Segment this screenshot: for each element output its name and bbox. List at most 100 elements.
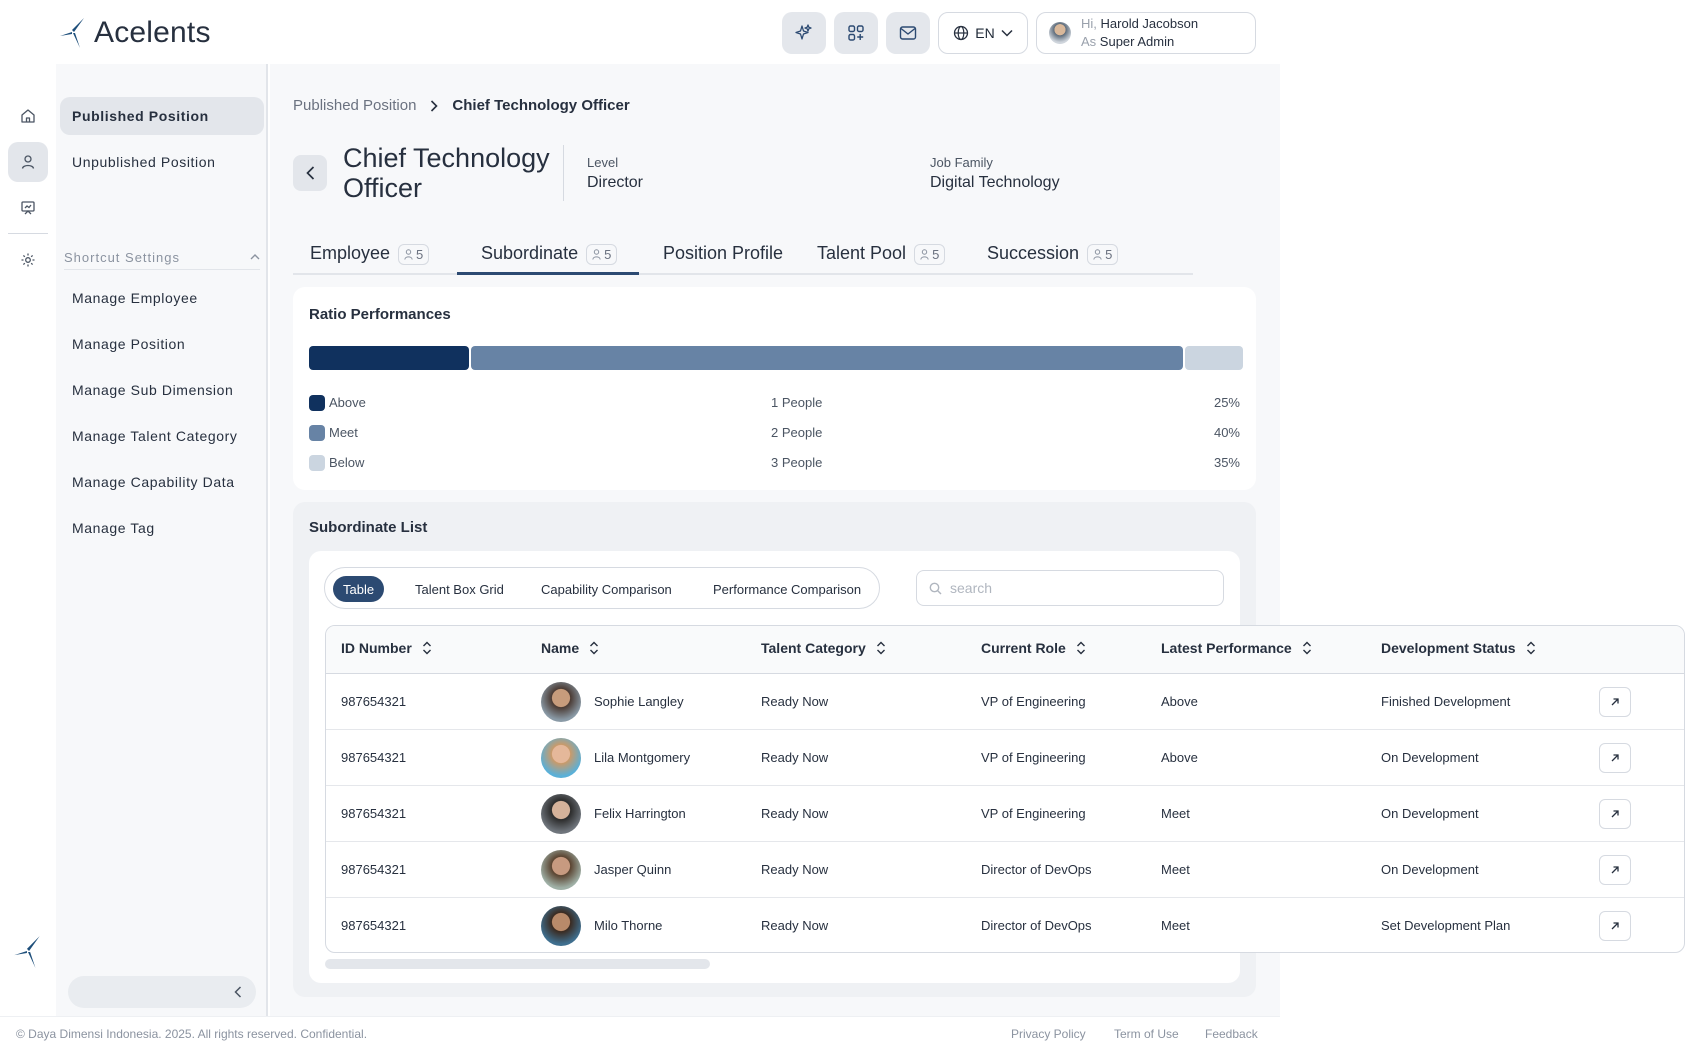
- title-divider: [563, 145, 564, 201]
- cell-latest-performance: Meet: [1161, 806, 1190, 821]
- count-badge: 5: [586, 244, 618, 265]
- table-row[interactable]: 987654321 Milo Thorne Ready Now Director of…: [326, 898, 1684, 952]
- job-family-field: Job Family Digital Technology: [930, 155, 1060, 192]
- table-header: ID Number Name Talent Category Current R…: [326, 626, 1684, 674]
- col-development-status[interactable]: Development Status: [1381, 640, 1536, 656]
- level-value: Director: [587, 174, 644, 191]
- cell-id-number: 987654321: [341, 862, 407, 877]
- view-table-button[interactable]: Table: [333, 576, 385, 602]
- horizontal-scrollbar[interactable]: [325, 959, 710, 969]
- arrow-up-right-icon: [1611, 922, 1619, 930]
- collapse-sidebar-button[interactable]: [68, 976, 256, 1008]
- footer-term-of-use-link[interactable]: Term of Use: [1114, 1027, 1179, 1041]
- role-prefix: As: [1081, 34, 1097, 49]
- view-talent-box-grid-button[interactable]: Talent Box Grid: [405, 576, 514, 602]
- shortcut-manage-position[interactable]: Manage Position: [60, 325, 264, 363]
- legend-label: Meet: [329, 425, 358, 440]
- view-performance-comparison-button[interactable]: Performance Comparison: [703, 576, 871, 602]
- user-profile-menu[interactable]: Hi, Harold Jacobson As Super Admin: [1036, 12, 1256, 54]
- shortcut-label: Manage Talent Category: [72, 428, 238, 444]
- logo-mark-small-icon: [14, 936, 40, 968]
- chevron-right-icon: [431, 99, 439, 112]
- open-detail-button[interactable]: [1599, 911, 1631, 941]
- col-label: Development Status: [1381, 640, 1516, 656]
- breadcrumb-current: Chief Technology Officer: [452, 97, 630, 114]
- view-capability-comparison-button[interactable]: Capability Comparison: [531, 576, 682, 602]
- shortcut-label: Manage Position: [72, 336, 186, 352]
- apps-grid-button[interactable]: [834, 12, 878, 54]
- search-input[interactable]: [950, 580, 1210, 596]
- logo-mark-icon: [60, 18, 84, 48]
- sidebar-item-published-position[interactable]: Published Position: [60, 97, 264, 135]
- legend-percent: 40%: [1213, 425, 1240, 440]
- open-detail-button[interactable]: [1599, 855, 1631, 885]
- cell-id-number: 987654321: [341, 806, 407, 821]
- open-detail-button[interactable]: [1599, 743, 1631, 773]
- col-latest-performance[interactable]: Latest Performance: [1161, 640, 1312, 656]
- language-label: EN: [975, 25, 995, 41]
- footer-feedback-link[interactable]: Feedback: [1205, 1027, 1258, 1041]
- home-icon: [21, 109, 35, 123]
- mail-button[interactable]: [886, 12, 930, 54]
- open-detail-button[interactable]: [1599, 687, 1631, 717]
- language-selector[interactable]: EN: [938, 12, 1028, 54]
- person-icon: [592, 249, 601, 260]
- table-row[interactable]: 987654321 Felix Harrington Ready Now VP of …: [326, 786, 1684, 842]
- shortcut-settings-title: Shortcut Settings: [64, 250, 180, 265]
- brand-name: Acelents: [94, 16, 211, 49]
- count-value: 5: [932, 247, 940, 262]
- page-title: Chief Technology Officer: [343, 143, 550, 203]
- avatar: [541, 850, 581, 890]
- ai-sparkle-button[interactable]: [782, 12, 826, 54]
- col-name[interactable]: Name: [541, 640, 599, 656]
- brand-logo[interactable]: Acelents: [58, 16, 211, 50]
- rail-presentation[interactable]: [8, 188, 48, 228]
- col-talent-category[interactable]: Talent Category: [761, 640, 886, 656]
- breadcrumb-parent-link[interactable]: Published Position: [293, 97, 416, 114]
- shortcut-manage-tag[interactable]: Manage Tag: [60, 509, 264, 547]
- col-label: Talent Category: [761, 640, 866, 656]
- shortcut-manage-capability-data[interactable]: Manage Capability Data: [60, 463, 264, 501]
- rail-home[interactable]: [8, 96, 48, 136]
- tab-subordinate[interactable]: Subordinate 5: [457, 237, 639, 275]
- tab-employee[interactable]: Employee 5: [286, 237, 452, 275]
- legend-label: Above: [329, 395, 366, 410]
- shortcut-label: Manage Capability Data: [72, 474, 235, 490]
- rail-people[interactable]: [8, 142, 48, 182]
- table-row[interactable]: 987654321 Lila Montgomery Ready Now VP of E…: [326, 730, 1684, 786]
- ratio-bar-segment-below: [1185, 346, 1243, 370]
- chevron-down-icon: [1001, 29, 1013, 37]
- tab-position-profile[interactable]: Position Profile: [639, 237, 795, 275]
- cell-name: Sophie Langley: [594, 694, 684, 709]
- shortcut-settings-header[interactable]: Shortcut Settings: [64, 250, 260, 270]
- shortcut-label: Manage Employee: [72, 290, 198, 306]
- tab-succession[interactable]: Succession 5: [963, 237, 1129, 275]
- rail-settings[interactable]: [8, 240, 48, 280]
- table-row[interactable]: 987654321 Jasper Quinn Ready Now Director o…: [326, 842, 1684, 898]
- footer-privacy-policy-link[interactable]: Privacy Policy: [1011, 1027, 1086, 1041]
- tab-label: Talent Pool: [817, 243, 907, 263]
- back-button[interactable]: [293, 155, 327, 191]
- shortcut-manage-employee[interactable]: Manage Employee: [60, 279, 264, 317]
- tab-talent-pool[interactable]: Talent Pool 5: [793, 237, 959, 275]
- cell-talent-category: Ready Now: [761, 862, 829, 877]
- shortcut-manage-sub-dimension[interactable]: Manage Sub Dimension: [60, 371, 264, 409]
- apps-grid-icon: [848, 25, 864, 41]
- table-row[interactable]: 987654321 Sophie Langley Ready Now VP of En…: [326, 674, 1684, 730]
- sidebar-item-unpublished-position[interactable]: Unpublished Position: [60, 143, 264, 181]
- shortcut-manage-talent-category[interactable]: Manage Talent Category: [60, 417, 264, 455]
- globe-icon: [954, 25, 969, 41]
- col-current-role[interactable]: Current Role: [981, 640, 1086, 656]
- cell-development-status: Set Development Plan: [1381, 918, 1511, 933]
- open-detail-button[interactable]: [1599, 799, 1631, 829]
- col-id-number[interactable]: ID Number: [341, 640, 432, 656]
- tab-label: Subordinate: [481, 243, 579, 263]
- legend-percent: 35%: [1213, 455, 1240, 470]
- cell-name: Felix Harrington: [594, 806, 686, 821]
- chevron-left-icon: [305, 166, 314, 180]
- col-label: Current Role: [981, 640, 1066, 656]
- avatar: [541, 906, 581, 946]
- cell-current-role: VP of Engineering: [981, 694, 1086, 709]
- cell-latest-performance: Meet: [1161, 862, 1190, 877]
- cell-name: Jasper Quinn: [594, 862, 672, 877]
